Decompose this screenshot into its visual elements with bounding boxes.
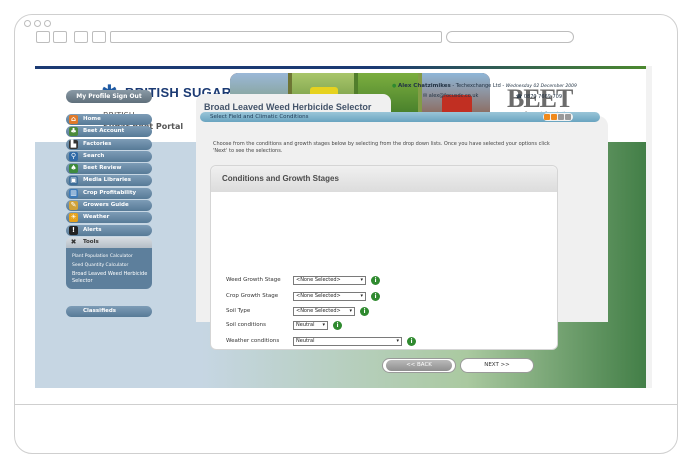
browser-search-bar[interactable]: [446, 31, 574, 43]
info-icon[interactable]: i: [360, 306, 369, 316]
email-page-icon[interactable]: [551, 114, 557, 120]
back-button[interactable]: << BACK: [382, 358, 456, 373]
sun-icon: ☀: [69, 213, 78, 223]
sidebar-item-home[interactable]: ⌂ Home: [66, 114, 152, 125]
frame-divider: [14, 404, 678, 405]
beet-icon: ♣: [69, 127, 78, 137]
close-dot-icon[interactable]: [24, 20, 31, 27]
sidebar-item-growers-guide[interactable]: ✎ Growers Guide: [66, 200, 152, 212]
sidebar-item-crop-profitability[interactable]: ▥ Crop Profitability: [66, 187, 152, 199]
user-phone: ☎ 0870 7669 709: [516, 94, 562, 100]
phone-icon: ☎: [516, 94, 524, 100]
sidebar-item-search[interactable]: ⚲ Search: [66, 150, 152, 162]
crop-growth-stage-select[interactable]: <None Selected>: [293, 291, 366, 301]
soil-type-row: Soil Type <None Selected> i: [226, 306, 369, 316]
next-button[interactable]: NEXT >>: [460, 358, 534, 373]
user-avatar-icon: ●: [392, 83, 397, 89]
sidebar-item-weather[interactable]: ☀ Weather: [66, 212, 152, 224]
user-org: - Techexchange Ltd -: [450, 83, 506, 89]
sidebar-item-alerts[interactable]: ! Alerts: [66, 224, 152, 236]
alert-icon: !: [69, 225, 78, 235]
print-icon[interactable]: [544, 114, 550, 120]
tools-icon: ✖: [70, 237, 77, 246]
crop-growth-stage-label: Crop Growth Stage: [226, 293, 279, 299]
weather-conditions-row: Weather conditions Neutral i: [226, 336, 416, 346]
weed-growth-stage-select[interactable]: <None Selected>: [293, 275, 366, 285]
panel-header-controls: [543, 113, 573, 121]
minimize-dot-icon[interactable]: [34, 20, 41, 27]
user-info: ● Alex Chatzimikes - Techexchange Ltd - …: [392, 83, 577, 89]
soil-conditions-row: Soil conditions Neutral i: [226, 320, 342, 330]
info-icon[interactable]: i: [407, 336, 416, 346]
submenu-plant-population[interactable]: Plant Population Calculator: [72, 252, 148, 261]
address-bar[interactable]: [110, 31, 442, 43]
sidebar-item-beet-account[interactable]: ♣ Beet Account: [66, 126, 152, 138]
header-rule: [35, 66, 652, 69]
factory-icon: ▙: [69, 139, 78, 149]
media-icon: ▣: [69, 176, 78, 186]
soil-conditions-select[interactable]: Neutral: [293, 320, 328, 330]
sidebar-nav: ⌂ Home ♣ Beet Account ▙ Factories ⚲ Search ♠…: [66, 114, 152, 289]
tools-submenu: Plant Population Calculator Seed Quantit…: [66, 247, 152, 289]
leaf-icon: ♠: [69, 164, 78, 174]
chart-icon: ▥: [69, 188, 78, 198]
weed-growth-stage-label: Weed Growth Stage: [226, 277, 281, 283]
back-nav-button[interactable]: [36, 31, 50, 43]
sidebar-item-beet-review[interactable]: ♠ Beet Review: [66, 163, 152, 175]
search-icon: ⚲: [69, 151, 78, 161]
user-name: Alex Chatzimikes: [397, 83, 451, 89]
weed-growth-stage-row: Weed Growth Stage <None Selected> i: [226, 275, 380, 285]
weather-conditions-label: Weather conditions: [226, 338, 280, 344]
soil-conditions-label: Soil conditions: [226, 322, 266, 328]
sidebar-item-media-libraries[interactable]: ▣ Media Libraries: [66, 175, 152, 187]
panel-header: Select Field and Climatic Conditions: [200, 112, 600, 122]
soil-type-label: Soil Type: [226, 308, 251, 314]
profile-signout-bar[interactable]: My Profile Sign Out: [66, 90, 152, 103]
soil-type-select[interactable]: <None Selected>: [293, 306, 355, 316]
page-scrollbar[interactable]: [646, 66, 652, 388]
crop-growth-stage-row: Crop Growth Stage <None Selected> i: [226, 291, 380, 301]
book-icon: ✎: [69, 201, 78, 211]
maximize-dot-icon[interactable]: [44, 20, 51, 27]
font-size-icon[interactable]: [558, 114, 564, 120]
weather-conditions-select[interactable]: Neutral: [293, 336, 402, 346]
info-icon[interactable]: i: [333, 320, 342, 330]
forward-nav-button[interactable]: [53, 31, 67, 43]
sidebar-item-factories[interactable]: ▙ Factories: [66, 138, 152, 150]
sidebar-item-classifieds[interactable]: Classifieds: [66, 306, 152, 317]
current-date: Wednesday 02 December 2009: [505, 84, 577, 89]
intro-text: Choose from the conditions and growth st…: [213, 141, 550, 154]
user-email[interactable]: ✉ alex@focusdc.co.uk: [423, 93, 478, 99]
help-icon[interactable]: [565, 114, 571, 120]
reload-button[interactable]: [74, 31, 88, 43]
window-controls: [24, 20, 51, 27]
section-title: Conditions and Growth Stages: [211, 166, 557, 192]
home-nav-button[interactable]: [92, 31, 106, 43]
submenu-seed-quantity[interactable]: Seed Quantity Calculator: [72, 261, 148, 270]
sidebar-item-tools[interactable]: ✖ Tools: [66, 236, 152, 248]
info-icon[interactable]: i: [371, 291, 380, 301]
info-icon[interactable]: i: [371, 275, 380, 285]
submenu-herbicide-selector[interactable]: Broad Leaved Weed Herbicide Selector: [72, 271, 148, 285]
home-icon: ⌂: [69, 115, 78, 124]
